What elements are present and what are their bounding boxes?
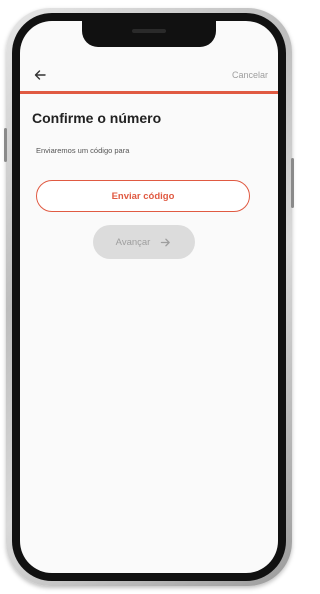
volume-button bbox=[4, 128, 7, 162]
speaker-grille bbox=[132, 29, 166, 33]
next-label: Avançar bbox=[115, 236, 151, 248]
arrow-right-icon bbox=[161, 238, 171, 246]
phone-bezel: Cancelar Confirme o número Enviaremos um… bbox=[12, 13, 286, 581]
top-nav-bar: Cancelar bbox=[20, 61, 278, 94]
phone-notch bbox=[82, 21, 216, 47]
send-code-button[interactable]: Enviar código bbox=[36, 180, 250, 212]
page-title: Confirme o número bbox=[32, 110, 162, 126]
phone-frame: Cancelar Confirme o número Enviaremos um… bbox=[4, 8, 294, 586]
app-screen: Cancelar Confirme o número Enviaremos um… bbox=[20, 21, 278, 573]
send-code-label: Enviar código bbox=[111, 190, 175, 202]
code-sent-message: Enviaremos um código para bbox=[36, 146, 130, 155]
next-button[interactable]: Avançar bbox=[93, 225, 195, 259]
power-button bbox=[291, 158, 294, 208]
arrow-left-icon bbox=[34, 70, 46, 80]
back-button[interactable] bbox=[32, 67, 48, 83]
cancel-button[interactable]: Cancelar bbox=[232, 70, 268, 80]
